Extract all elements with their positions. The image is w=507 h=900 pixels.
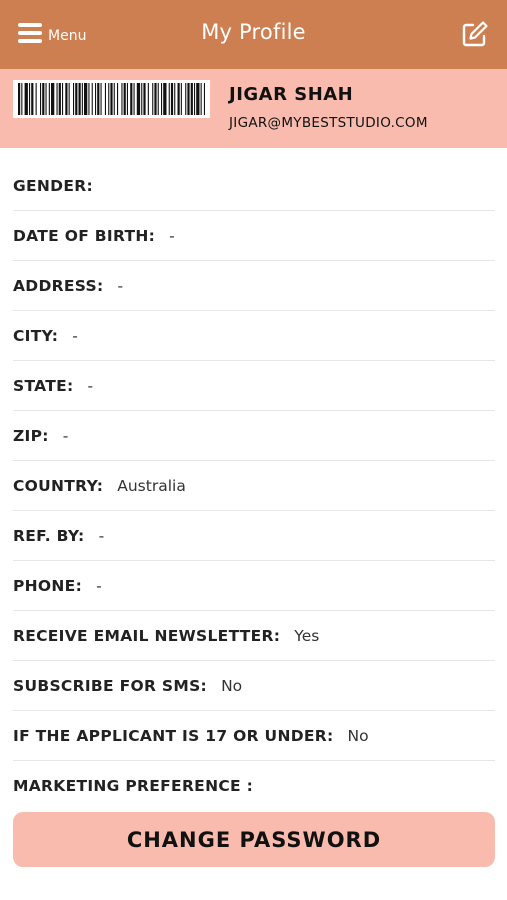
page-title: My Profile — [201, 20, 306, 44]
field-value: No — [347, 726, 369, 745]
profile-field-row: IF THE APPLICANT IS 17 OR UNDER: No — [13, 711, 495, 761]
profile-field-row: STATE: - — [13, 361, 495, 411]
change-password-button[interactable]: CHANGE PASSWORD — [13, 812, 495, 867]
field-label: IF THE APPLICANT IS 17 OR UNDER: — [13, 726, 334, 745]
field-label: RECEIVE EMAIL NEWSLETTER: — [13, 626, 281, 645]
field-value: - — [98, 526, 105, 545]
field-label: GENDER: — [13, 176, 93, 195]
profile-field-row: ZIP: - — [13, 411, 495, 461]
field-label: STATE: — [13, 376, 74, 395]
profile-field-row: DATE OF BIRTH: - — [13, 211, 495, 261]
field-value: Yes — [294, 626, 320, 645]
app-header: Menu My Profile — [0, 0, 507, 69]
field-label: SUBSCRIBE FOR SMS: — [13, 676, 208, 695]
field-value: - — [117, 276, 124, 295]
field-value: - — [72, 326, 78, 345]
field-value: - — [96, 576, 102, 595]
field-label: ADDRESS: — [13, 276, 104, 295]
field-label: MARKETING PREFERENCE : — [13, 777, 254, 795]
field-value: - — [169, 226, 175, 245]
profile-field-row: PHONE: - — [13, 561, 495, 611]
profile-field-row: REF. BY: - — [13, 511, 495, 561]
profile-field-row: SUBSCRIBE FOR SMS: No — [13, 661, 495, 711]
field-label: PHONE: — [13, 576, 83, 595]
field-value: No — [221, 676, 243, 695]
edit-icon — [462, 21, 488, 47]
profile-field-row: GENDER: — [13, 161, 495, 211]
field-label: REF. BY: — [13, 526, 85, 545]
field-value: Australia — [117, 476, 186, 495]
field-label: ZIP: — [13, 426, 49, 445]
field-value: - — [87, 376, 94, 395]
user-email: JIGAR@MYBESTSTUDIO.COM — [229, 115, 428, 131]
user-name: JIGAR SHAH — [229, 84, 354, 105]
profile-field-row: ADDRESS: - — [13, 261, 495, 311]
edit-profile-button[interactable] — [461, 20, 489, 48]
barcode — [13, 80, 210, 118]
field-label: COUNTRY: — [13, 476, 104, 495]
profile-field-row: COUNTRY: Australia — [13, 461, 495, 511]
profile-field-row: CITY: - — [13, 311, 495, 361]
field-label: CITY: — [13, 326, 59, 345]
field-value: - — [62, 426, 69, 445]
profile-field-row: RECEIVE EMAIL NEWSLETTER: Yes — [13, 611, 495, 661]
field-label: DATE OF BIRTH: — [13, 226, 156, 245]
profile-field-row: MARKETING PREFERENCE : — [13, 761, 495, 811]
